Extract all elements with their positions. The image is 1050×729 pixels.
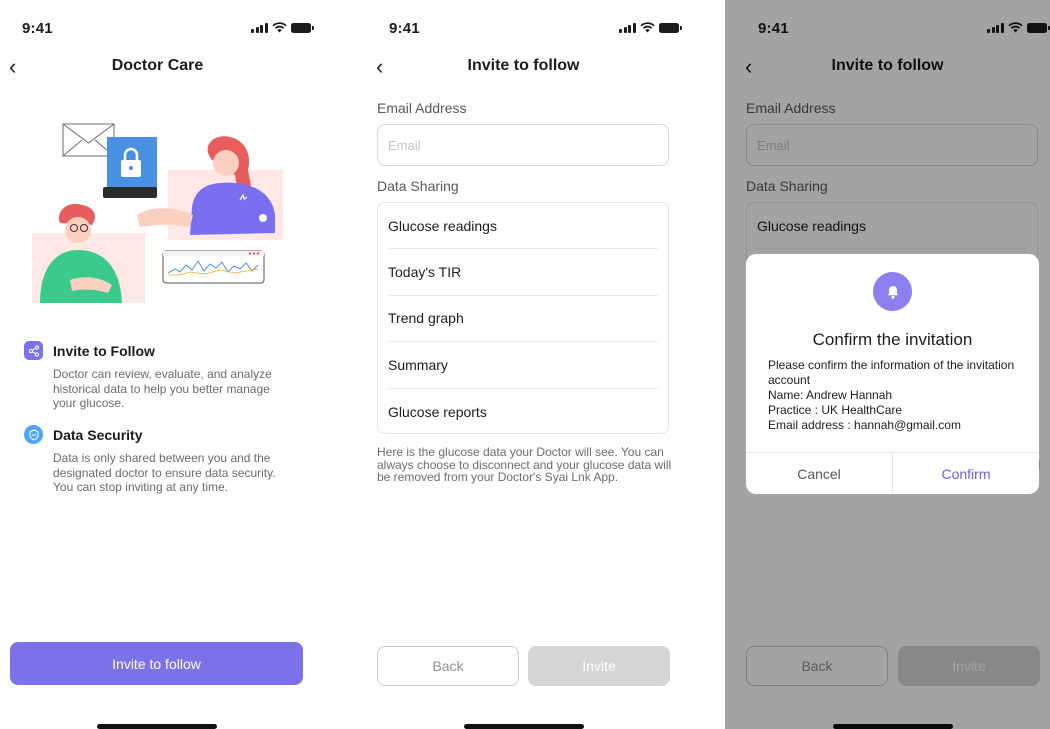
shield-icon [24, 425, 43, 444]
feature-description: Data is only shared between you and the … [53, 451, 276, 494]
confirm-dialog: Confirm the invitation Please confirm th… [746, 254, 1039, 494]
invite-to-follow-button[interactable]: Invite to follow [10, 642, 303, 685]
dialog-title: Confirm the invitation [812, 330, 973, 349]
invite-button[interactable]: Invite [528, 646, 670, 686]
dialog-body: Please confirm the information of the in… [768, 358, 1023, 433]
status-time: 9:41 [389, 20, 420, 37]
feature-title: Invite to Follow [53, 342, 155, 359]
email-input[interactable]: Email [377, 124, 669, 166]
data-sharing-list: Glucose readings Today's TIR Trend graph… [377, 202, 669, 434]
list-item: Today's TIR [388, 249, 658, 296]
feature-invite-to-follow: Invite to Follow Doctor can review, eval… [24, 341, 294, 411]
dialog-message: Please confirm the information of the in… [768, 358, 1015, 387]
status-time: 9:41 [22, 20, 53, 37]
list-item: Summary [388, 342, 658, 389]
signal-icon [619, 22, 636, 33]
confirm-button[interactable]: Confirm [893, 453, 1039, 494]
invitee-practice: Practice : UK HealthCare [768, 403, 903, 417]
confirm-invitation-screen: 9:41 ‹ Invite to follow Email Address Em… [725, 0, 1050, 729]
bell-icon [873, 272, 912, 311]
invitee-name: Name: Andrew Hannah [768, 388, 893, 402]
sharing-note: Here is the glucose data your Doctor wil… [377, 445, 672, 484]
back-button[interactable]: Back [377, 646, 519, 686]
page-title: Doctor Care [111, 57, 204, 74]
feature-title: Data Security [53, 426, 143, 443]
share-icon [24, 341, 43, 360]
doctor-patient-illustration [32, 123, 283, 303]
feature-data-security: Data Security Data is only shared betwee… [24, 425, 294, 495]
status-icons [619, 22, 682, 33]
status-icons [251, 22, 314, 33]
battery-icon [290, 22, 314, 33]
wifi-icon [271, 22, 287, 33]
list-item: Glucose reports [388, 403, 487, 420]
list-item: Glucose readings [388, 203, 658, 250]
doctor-care-screen: 9:41 ‹ Doctor Care Invite to Follow Doct… [0, 0, 315, 729]
cancel-button[interactable]: Cancel [746, 453, 893, 494]
data-sharing-label: Data Sharing [377, 178, 459, 194]
home-indicator [97, 724, 217, 729]
email-label: Email Address [377, 100, 467, 116]
invitee-email: Email address : hannah@gmail.com [768, 418, 961, 432]
wifi-icon [639, 22, 655, 33]
invite-screen: 9:41 ‹ Invite to follow Email Address Em… [365, 0, 682, 729]
signal-icon [251, 22, 268, 33]
battery-icon [658, 22, 682, 33]
home-indicator [464, 724, 584, 729]
dialog-footer: Cancel Confirm [746, 452, 1039, 494]
page-title: Invite to follow [467, 57, 580, 74]
list-item: Trend graph [388, 296, 658, 343]
feature-description: Doctor can review, evaluate, and analyze… [53, 367, 272, 410]
